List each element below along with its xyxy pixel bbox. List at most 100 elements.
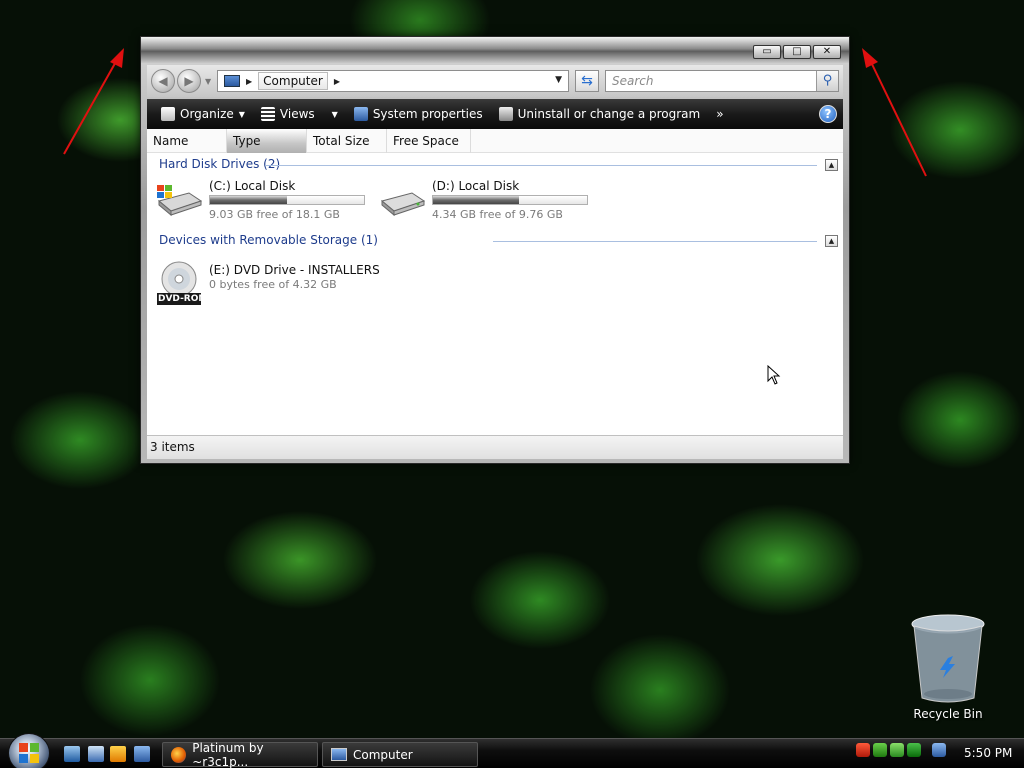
annotation-arrow-left bbox=[63, 48, 124, 155]
address-dropdown-icon[interactable]: ▼ bbox=[555, 75, 562, 85]
explorer-window: ▭ □ ✕ ◀ ▶ ▼ ▶ Computer ▶ ▼ ⇆ Search ⚲ Or… bbox=[140, 36, 850, 464]
drive-name: (E:) DVD Drive - INSTALLERS bbox=[209, 263, 380, 277]
computer-quicklaunch-icon[interactable] bbox=[134, 746, 150, 762]
search-icon[interactable]: ⚲ bbox=[816, 71, 838, 91]
group-header-removable-storage[interactable]: Devices with Removable Storage (1) bbox=[159, 233, 378, 247]
collapse-group-button[interactable]: ▲ bbox=[825, 235, 838, 247]
hard-drive-icon bbox=[380, 192, 426, 217]
caption-buttons: ▭ □ ✕ bbox=[753, 45, 841, 59]
refresh-button[interactable]: ⇆ bbox=[575, 70, 599, 92]
media-player-icon[interactable] bbox=[110, 746, 126, 762]
drive-item-e[interactable]: DVD-ROM (E:) DVD Drive - INSTALLERS 0 by… bbox=[155, 261, 395, 307]
views-button[interactable]: Views ▼ bbox=[255, 103, 344, 125]
tray-app-icon[interactable] bbox=[856, 743, 870, 757]
system-properties-label: System properties bbox=[372, 107, 483, 121]
chevron-down-icon: ▼ bbox=[238, 109, 245, 119]
uninstall-icon bbox=[498, 107, 513, 121]
minimize-icon: ▭ bbox=[762, 46, 772, 57]
uninstall-program-button[interactable]: Uninstall or change a program bbox=[493, 103, 707, 125]
recycle-bin-label: Recycle Bin bbox=[913, 707, 983, 721]
group-header-hard-disks[interactable]: Hard Disk Drives (2) bbox=[159, 157, 280, 171]
drive-item-c[interactable]: (C:) Local Disk 9.03 GB free of 18.1 GB bbox=[155, 179, 385, 223]
help-icon: ? bbox=[824, 107, 832, 121]
views-label: Views bbox=[279, 107, 315, 121]
breadcrumb-arrow-icon[interactable]: ▶ bbox=[334, 77, 340, 86]
drive-usage-bar bbox=[432, 195, 588, 205]
search-input[interactable]: Search ⚲ bbox=[605, 70, 839, 92]
address-field[interactable]: ▶ Computer ▶ ▼ bbox=[217, 70, 569, 92]
help-button[interactable]: ? bbox=[819, 105, 837, 123]
item-count: 3 items bbox=[150, 440, 195, 454]
firefox-icon bbox=[171, 746, 187, 763]
start-button[interactable] bbox=[8, 733, 50, 768]
task-label: Computer bbox=[353, 747, 413, 762]
task-label: Platinum by ~r3c1p... bbox=[192, 740, 264, 768]
collapse-group-button[interactable]: ▲ bbox=[825, 159, 838, 171]
collapse-arrow-icon: ▲ bbox=[828, 161, 835, 169]
tray-security-icon[interactable] bbox=[907, 743, 921, 757]
column-header-total-size[interactable]: Total Size bbox=[307, 129, 387, 153]
drive-item-d[interactable]: (D:) Local Disk 4.34 GB free of 9.76 GB bbox=[378, 179, 608, 223]
recycle-bin-icon bbox=[911, 614, 985, 703]
group-label: Hard Disk Drives (2) bbox=[159, 157, 281, 171]
column-headers: Name Type Total Size Free Space bbox=[147, 129, 843, 153]
forward-arrow-icon: ▶ bbox=[184, 74, 194, 88]
tray-app-icon[interactable] bbox=[873, 743, 887, 757]
breadcrumb-arrow-icon[interactable]: ▶ bbox=[246, 77, 252, 86]
group-divider bbox=[493, 241, 817, 242]
show-desktop-icon[interactable] bbox=[64, 746, 80, 762]
computer-icon bbox=[331, 748, 347, 761]
computer-icon bbox=[224, 75, 240, 87]
drive-usage-fill bbox=[433, 196, 520, 204]
address-bar-area: ◀ ▶ ▼ ▶ Computer ▶ ▼ ⇆ Search ⚲ bbox=[147, 65, 843, 97]
more-chevron-icon: » bbox=[716, 107, 724, 121]
tray-app-icon[interactable] bbox=[890, 743, 904, 757]
title-bar[interactable]: ▭ □ ✕ bbox=[141, 37, 849, 63]
organize-icon bbox=[161, 107, 175, 121]
more-commands-button[interactable]: » bbox=[710, 103, 729, 125]
search-placeholder: Search bbox=[612, 74, 654, 88]
breadcrumb-computer[interactable]: Computer bbox=[258, 72, 328, 90]
taskbar-button-firefox[interactable]: Platinum by ~r3c1p... bbox=[162, 740, 318, 768]
system-properties-button[interactable]: System properties bbox=[348, 103, 489, 125]
close-button[interactable]: ✕ bbox=[813, 45, 841, 59]
column-header-free-space[interactable]: Free Space bbox=[387, 129, 471, 153]
mouse-cursor-icon bbox=[767, 365, 781, 385]
taskbar: Platinum by ~r3c1p... Computer 5:50 PM bbox=[0, 733, 1024, 768]
switch-windows-icon[interactable] bbox=[88, 746, 104, 762]
drive-free-space: 9.03 GB free of 18.1 GB bbox=[209, 208, 340, 221]
organize-button[interactable]: Organize ▼ bbox=[155, 103, 251, 125]
drive-name: (C:) Local Disk bbox=[209, 179, 296, 193]
command-bar: Organize ▼ Views ▼ System properties Uni… bbox=[147, 99, 843, 129]
recycle-bin-shortcut[interactable]: Recycle Bin bbox=[906, 612, 990, 721]
windows-logo-icon bbox=[19, 743, 39, 763]
drive-free-space: 4.34 GB free of 9.76 GB bbox=[432, 208, 563, 221]
column-header-type[interactable]: Type bbox=[227, 129, 307, 153]
organize-label: Organize bbox=[180, 107, 234, 121]
drive-free-space: 0 bytes free of 4.32 GB bbox=[209, 278, 337, 291]
back-arrow-icon: ◀ bbox=[158, 74, 168, 88]
group-label: Devices with Removable Storage (1) bbox=[159, 233, 378, 247]
chevron-down-icon: ▼ bbox=[331, 109, 338, 119]
taskbar-button-computer[interactable]: Computer bbox=[322, 742, 478, 767]
back-button[interactable]: ◀ bbox=[151, 69, 175, 93]
drive-name: (D:) Local Disk bbox=[432, 179, 520, 193]
status-bar: 3 items bbox=[147, 435, 843, 459]
close-icon: ✕ bbox=[822, 46, 832, 57]
uninstall-label: Uninstall or change a program bbox=[517, 107, 701, 121]
collapse-arrow-icon: ▲ bbox=[828, 237, 835, 245]
network-icon[interactable] bbox=[932, 743, 946, 757]
forward-button[interactable]: ▶ bbox=[177, 69, 201, 93]
annotation-arrow-right bbox=[862, 48, 927, 177]
system-tray bbox=[856, 743, 946, 757]
column-header-name[interactable]: Name bbox=[147, 129, 227, 153]
views-icon bbox=[260, 107, 275, 121]
maximize-button[interactable]: □ bbox=[783, 45, 811, 59]
drive-usage-bar bbox=[209, 195, 365, 205]
clock[interactable]: 5:50 PM bbox=[964, 746, 1012, 760]
refresh-icon: ⇆ bbox=[581, 73, 593, 89]
recent-pages-dropdown-icon[interactable]: ▼ bbox=[205, 77, 211, 86]
minimize-button[interactable]: ▭ bbox=[753, 45, 781, 59]
hard-drive-windows-icon bbox=[157, 185, 203, 217]
file-list-pane[interactable]: Name Type Total Size Free Space Hard Dis… bbox=[147, 129, 843, 435]
